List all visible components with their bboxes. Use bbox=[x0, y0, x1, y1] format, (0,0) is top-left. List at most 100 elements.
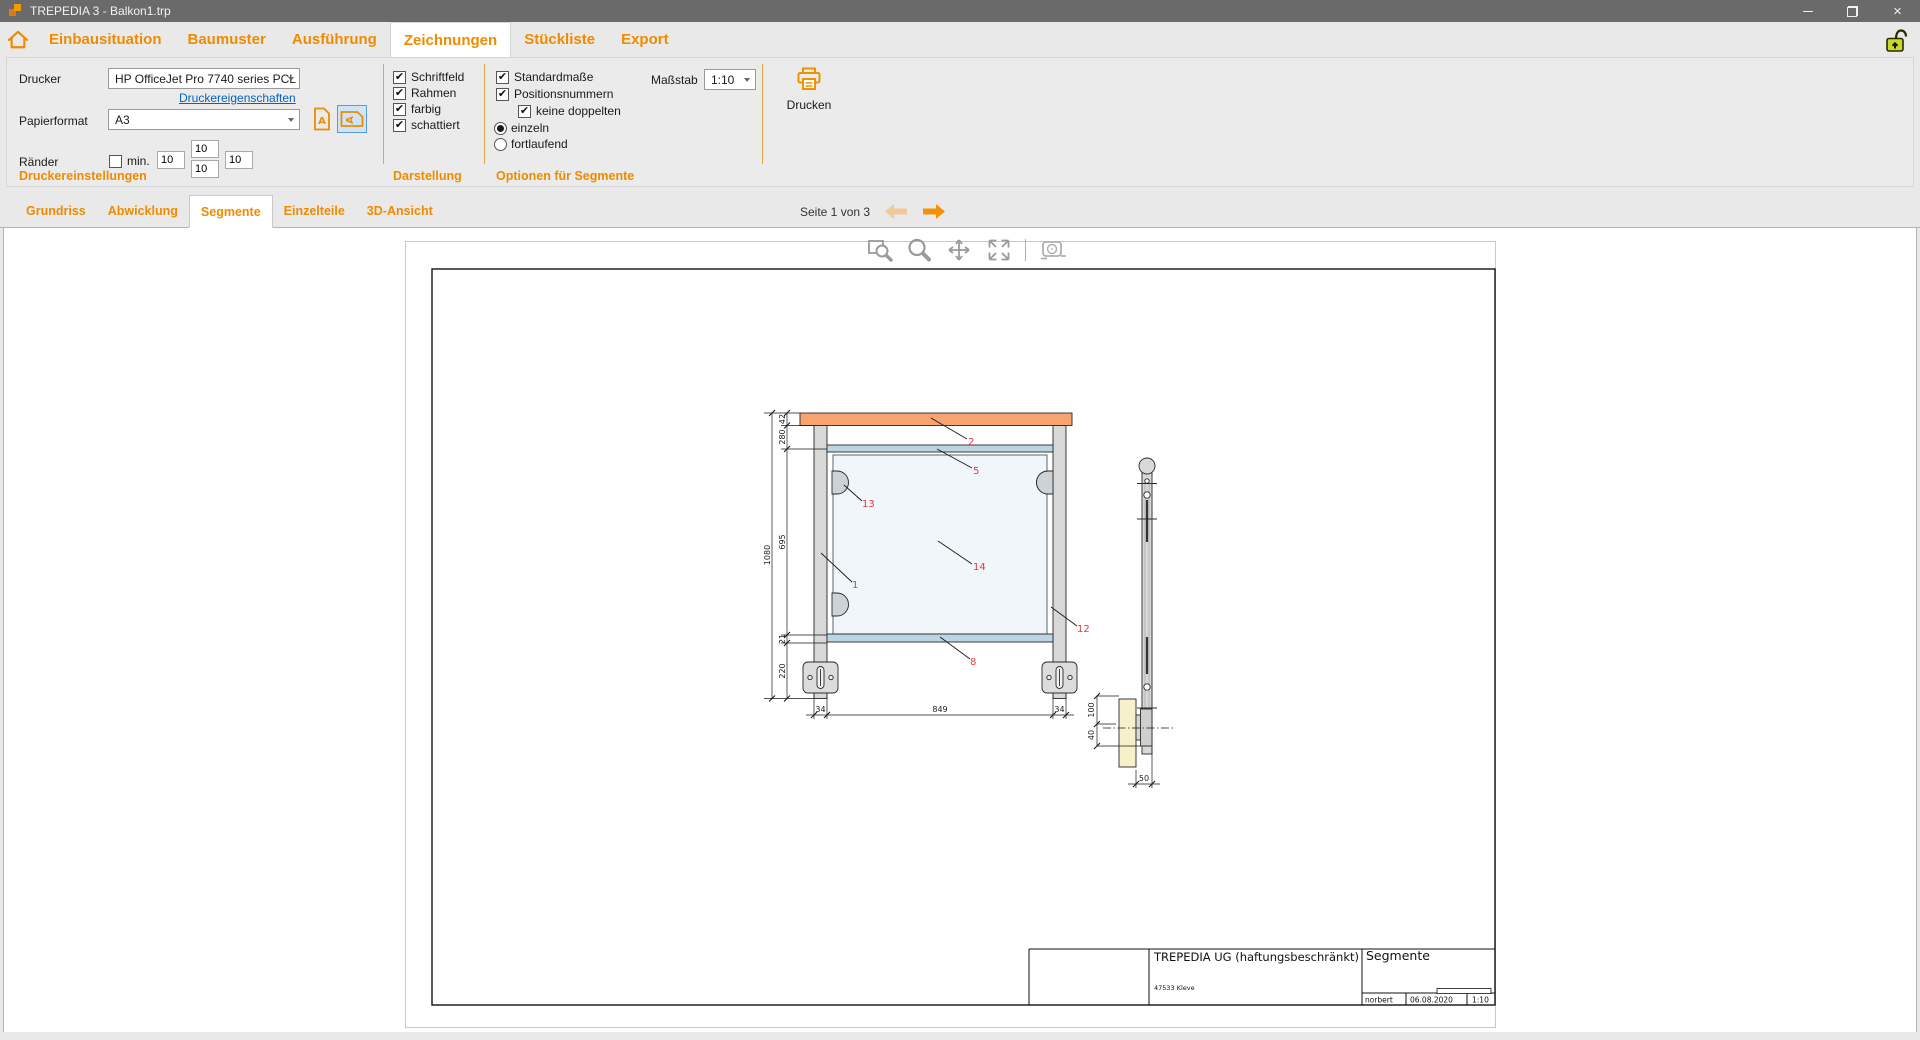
tab-zeichnungen[interactable]: Zeichnungen bbox=[390, 22, 511, 57]
dim-gap: 21 bbox=[778, 634, 787, 644]
dim-handrail: 42 bbox=[778, 414, 787, 424]
margin-left-input[interactable] bbox=[157, 151, 185, 169]
drawing-sheet: 42 280 695 21 220 1080 849 34 34 100 40 … bbox=[405, 241, 1496, 1028]
post-left bbox=[814, 426, 827, 699]
keine-doppelten-checkbox[interactable] bbox=[518, 105, 531, 118]
viewtab-abwicklung[interactable]: Abwicklung bbox=[97, 195, 189, 227]
min-label: min. bbox=[127, 154, 150, 168]
dim-overall-height: 1080 bbox=[763, 545, 772, 565]
viewtab-3d-ansicht[interactable]: 3D-Ansicht bbox=[356, 195, 444, 227]
fortlaufend-label: fortlaufend bbox=[511, 137, 568, 151]
menu-bar: Einbausituation Baumuster Ausführung Zei… bbox=[0, 22, 1920, 57]
einzeln-radio[interactable] bbox=[494, 122, 507, 135]
papierformat-select-value: A3 bbox=[115, 113, 130, 127]
dim-side-depth: 50 bbox=[1139, 774, 1149, 783]
massstab-select[interactable]: 1:10 bbox=[704, 69, 756, 90]
previous-page-button[interactable] bbox=[884, 203, 908, 220]
viewtab-einzelteile[interactable]: Einzelteile bbox=[273, 195, 356, 227]
dim-post-left: 34 bbox=[815, 705, 825, 714]
position-number-14: 14 bbox=[973, 562, 986, 573]
tab-einbausituation[interactable]: Einbausituation bbox=[36, 22, 175, 57]
group-separator bbox=[484, 64, 485, 164]
portrait-page-icon: A bbox=[313, 107, 331, 131]
titleblock-city: 47533 Kleve bbox=[1154, 984, 1195, 992]
drawing-canvas[interactable]: 42 280 695 21 220 1080 849 34 34 100 40 … bbox=[3, 228, 1917, 1032]
position-number-1: 1 bbox=[852, 580, 858, 591]
wall-plate-side bbox=[1141, 709, 1153, 746]
zoom-icon[interactable] bbox=[906, 237, 932, 263]
margin-right-input[interactable] bbox=[225, 151, 253, 169]
druckereigenschaften-link[interactable]: Druckereigenschaften bbox=[179, 91, 296, 105]
wall-plate-right bbox=[1042, 662, 1077, 693]
standardmasse-checkbox[interactable] bbox=[496, 71, 509, 84]
min-checkbox[interactable] bbox=[109, 155, 122, 168]
position-number-2: 2 bbox=[968, 437, 974, 448]
dim-width: 849 bbox=[932, 705, 947, 714]
restore-icon bbox=[1847, 6, 1858, 17]
printer-select[interactable]: HP OfficeJet Pro 7740 series PCL bbox=[108, 68, 300, 89]
rahmen-checkbox[interactable] bbox=[393, 87, 406, 100]
tab-export[interactable]: Export bbox=[608, 22, 682, 57]
papierformat-label: Papierformat bbox=[19, 114, 88, 128]
orientation-landscape-button[interactable]: A bbox=[337, 105, 367, 133]
positionsnummern-label: Positionsnummern bbox=[514, 87, 613, 101]
handrail-section bbox=[1139, 458, 1155, 474]
papierformat-select[interactable]: A3 bbox=[108, 109, 300, 130]
minimize-button[interactable] bbox=[1785, 0, 1830, 22]
handrail bbox=[800, 413, 1072, 426]
tab-baumuster[interactable]: Baumuster bbox=[175, 22, 279, 57]
home-icon bbox=[7, 30, 29, 50]
dim-side-top: 100 bbox=[1087, 702, 1096, 717]
close-button[interactable]: × bbox=[1875, 0, 1920, 22]
titleblock-date: 06.08.2020 bbox=[1410, 996, 1453, 1005]
dim-post-right: 34 bbox=[1054, 705, 1064, 714]
position-number-5: 5 bbox=[973, 466, 979, 477]
positionsnummern-checkbox[interactable] bbox=[496, 88, 509, 101]
group-separator bbox=[762, 64, 763, 164]
titleblock-sheet-title: Segmente bbox=[1366, 948, 1430, 963]
glass-panel bbox=[833, 455, 1047, 634]
app-icon bbox=[8, 3, 22, 20]
raender-label: Ränder bbox=[19, 155, 58, 169]
massstab-select-value: 1:10 bbox=[711, 73, 734, 87]
home-button[interactable] bbox=[0, 22, 36, 57]
chevron-down-icon bbox=[288, 118, 294, 122]
zoom-window-icon[interactable] bbox=[867, 237, 893, 263]
technical-drawing-segmente: 42 280 695 21 220 1080 849 34 34 100 40 … bbox=[406, 242, 1497, 1029]
drucken-button[interactable]: Drucken bbox=[777, 66, 841, 112]
next-page-button[interactable] bbox=[922, 203, 946, 220]
schattiert-checkbox[interactable] bbox=[393, 119, 406, 132]
license-unlocked-icon bbox=[1884, 24, 1908, 59]
toolbar-divider bbox=[1025, 239, 1026, 261]
massstab-label: Maßstab bbox=[651, 73, 698, 87]
viewtab-segmente[interactable]: Segmente bbox=[189, 195, 273, 228]
drawing-toolbar bbox=[867, 237, 1067, 263]
clamp-bolt bbox=[1144, 492, 1150, 498]
measure-tape-icon[interactable] bbox=[1039, 237, 1067, 263]
farbig-checkbox[interactable] bbox=[393, 103, 406, 116]
keine-doppelten-label: keine doppelten bbox=[536, 104, 621, 118]
viewtab-grundriss[interactable]: Grundriss bbox=[15, 195, 97, 227]
position-number-13: 13 bbox=[862, 499, 875, 510]
tab-ausfuehrung[interactable]: Ausführung bbox=[279, 22, 390, 57]
drucker-label: Drucker bbox=[19, 72, 61, 86]
wall-plate-left bbox=[803, 662, 838, 693]
farbig-label: farbig bbox=[411, 102, 441, 116]
position-number-8: 8 bbox=[970, 657, 976, 668]
orientation-portrait-button[interactable]: A bbox=[310, 105, 333, 133]
window-title: TREPEDIA 3 - Balkon1.trp bbox=[30, 4, 171, 18]
schriftfeld-checkbox[interactable] bbox=[393, 71, 406, 84]
margin-bottom-input[interactable] bbox=[191, 160, 219, 178]
tab-stueckliste[interactable]: Stückliste bbox=[511, 22, 608, 57]
chevron-down-icon bbox=[744, 78, 750, 82]
maximize-button[interactable] bbox=[1830, 0, 1875, 22]
landscape-page-icon: A bbox=[340, 110, 364, 128]
titlebar: TREPEDIA 3 - Balkon1.trp × bbox=[0, 0, 1920, 22]
dim-side-bottom: 40 bbox=[1087, 730, 1096, 740]
zoom-fit-icon[interactable] bbox=[986, 237, 1012, 263]
svg-text:A: A bbox=[345, 116, 356, 124]
titleblock-scale: 1:10 bbox=[1472, 996, 1489, 1005]
pan-icon[interactable] bbox=[945, 237, 973, 263]
fortlaufend-radio[interactable] bbox=[494, 138, 507, 151]
margin-top-input[interactable] bbox=[191, 140, 219, 158]
